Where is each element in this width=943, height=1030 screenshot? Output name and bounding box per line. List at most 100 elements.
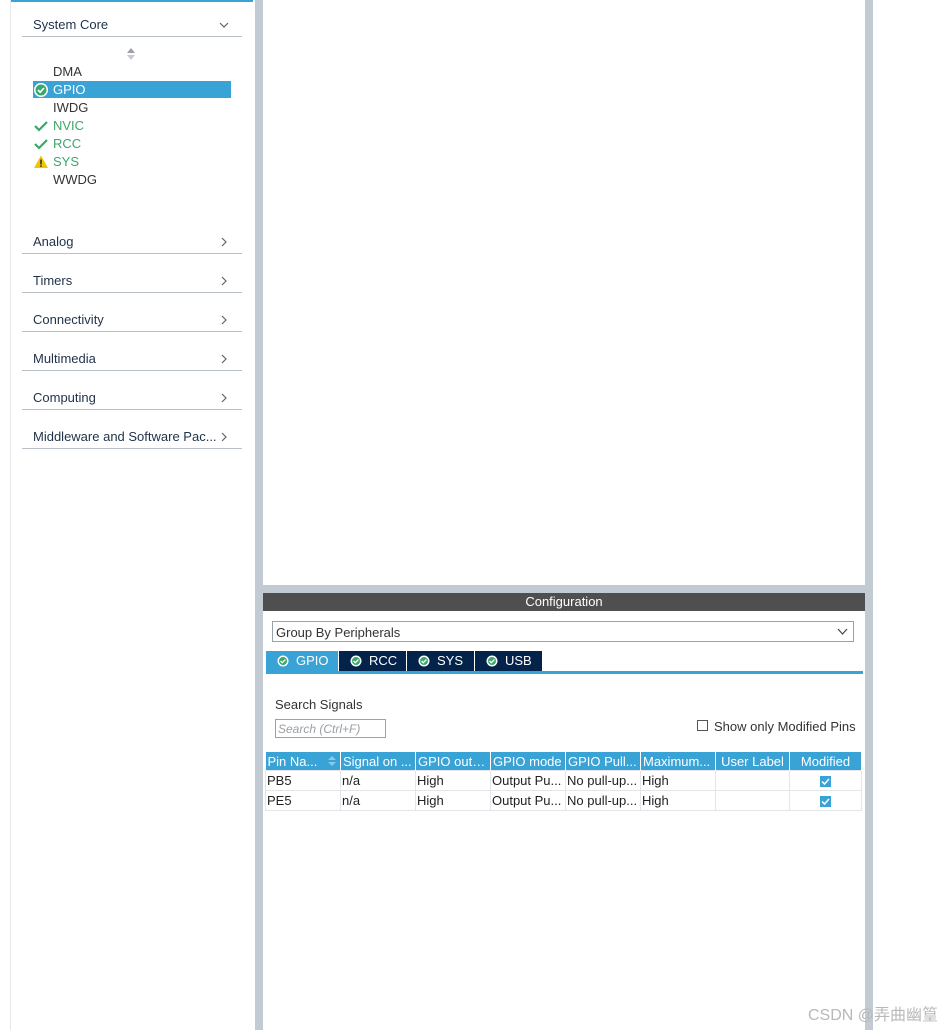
splitter-vertical-right[interactable] (865, 0, 873, 1030)
column-header-user-label[interactable]: User Label (715, 752, 790, 771)
chevron-down-icon (837, 628, 848, 635)
check-icon (34, 139, 48, 150)
column-header-pin-name[interactable]: Pin Na... (265, 752, 341, 771)
column-header-maximum[interactable]: Maximum... (640, 752, 716, 771)
panel-edge (10, 0, 11, 1030)
chevron-right-icon (221, 354, 227, 364)
cell-pin-name: PE5 (265, 790, 341, 811)
category-label: Multimedia (33, 351, 96, 366)
column-header-gpio-pull[interactable]: GPIO Pull... (565, 752, 641, 771)
column-header-label: Pin Na... (267, 753, 318, 769)
category-label: Analog (33, 234, 74, 249)
category-computing[interactable]: Computing (22, 383, 242, 410)
chevron-right-icon (221, 432, 227, 442)
cell-gpio-mode: Output Pu... (490, 790, 566, 811)
peripheral-item-nvic[interactable]: NVIC (33, 117, 231, 134)
tab-label: RCC (369, 653, 398, 668)
cell-gpio-pull: No pull-up... (565, 790, 641, 811)
category-label: Timers (33, 273, 73, 288)
table-header-row: Pin Na... Signal on ... GPIO outp... GPI… (265, 752, 862, 771)
cell-gpio-pull: No pull-up... (565, 770, 641, 791)
tab-label: GPIO (296, 653, 329, 668)
search-signals-label: Search Signals (275, 697, 363, 712)
splitter-horizontal[interactable] (263, 585, 865, 593)
cell-gpio-output: High (415, 790, 491, 811)
tab-label: USB (505, 653, 532, 668)
table-row[interactable]: PE5 n/a High Output Pu... No pull-up... … (265, 790, 862, 811)
peripheral-item-sys[interactable]: SYS (33, 153, 231, 170)
peripheral-item-rcc[interactable]: RCC (33, 135, 231, 152)
check-circle-icon (34, 83, 48, 97)
check-circle-icon (486, 655, 498, 667)
category-label: System Core (33, 17, 109, 32)
check-circle-icon (277, 655, 289, 667)
category-middleware[interactable]: Middleware and Software Pac... (22, 422, 242, 449)
cell-gpio-output: High (415, 770, 491, 791)
cell-user-label[interactable] (715, 770, 790, 791)
peripheral-label: GPIO (53, 82, 86, 97)
peripheral-label: DMA (53, 64, 82, 79)
show-modified-label: Show only Modified Pins (714, 719, 856, 734)
peripheral-item-gpio[interactable]: GPIO (33, 81, 231, 98)
cell-signal: n/a (340, 790, 416, 811)
splitter-vertical[interactable] (255, 0, 263, 1030)
tab-sys[interactable]: SYS (407, 651, 474, 671)
modified-checkbox[interactable] (820, 776, 831, 788)
sort-icon (328, 756, 336, 766)
cell-modified (789, 790, 862, 811)
pinout-view (263, 0, 865, 585)
chevron-down-icon (219, 22, 229, 28)
sort-icon[interactable] (126, 47, 136, 61)
table-row[interactable]: PB5 n/a High Output Pu... No pull-up... … (265, 770, 862, 791)
category-multimedia[interactable]: Multimedia (22, 344, 242, 371)
cell-modified (789, 770, 862, 791)
cell-maximum: High (640, 770, 716, 791)
tab-rcc[interactable]: RCC (339, 651, 406, 671)
pin-config-table: Pin Na... Signal on ... GPIO outp... GPI… (265, 752, 862, 811)
chevron-right-icon (221, 276, 227, 286)
cell-signal: n/a (340, 770, 416, 791)
column-header-gpio-mode[interactable]: GPIO mode (490, 752, 566, 771)
peripheral-label: RCC (53, 136, 82, 151)
check-circle-icon (418, 655, 430, 667)
group-by-value: Group By Peripherals (276, 625, 401, 640)
chevron-right-icon (221, 315, 227, 325)
tab-label: SYS (437, 653, 464, 668)
peripheral-label: SYS (53, 154, 80, 169)
chevron-right-icon (221, 237, 227, 247)
panel-top-accent (11, 0, 253, 2)
tab-gpio[interactable]: GPIO (266, 651, 338, 671)
watermark: CSDN @弄曲幽篁 (807, 1007, 938, 1024)
column-header-gpio-output[interactable]: GPIO outp... (415, 752, 491, 771)
category-label: Computing (33, 390, 96, 405)
category-label: Connectivity (33, 312, 104, 327)
cell-gpio-mode: Output Pu... (490, 770, 566, 791)
check-icon (34, 121, 48, 132)
group-by-select[interactable]: Group By Peripherals (272, 621, 854, 642)
check-circle-icon (350, 655, 362, 667)
peripheral-label: NVIC (53, 118, 85, 133)
tab-underline (266, 671, 863, 674)
peripheral-item-dma[interactable]: DMA (33, 63, 231, 80)
column-header-signal[interactable]: Signal on ... (340, 752, 416, 771)
column-header-modified[interactable]: Modified (789, 752, 862, 771)
checkbox-box[interactable] (697, 720, 708, 731)
category-system-core[interactable]: System Core (22, 10, 242, 37)
category-label: Middleware and Software Pac... (33, 429, 217, 444)
cell-maximum: High (640, 790, 716, 811)
categories-panel: System Core DMA GPIO IWDG NVIC RCC SYS W… (0, 0, 255, 1030)
category-connectivity[interactable]: Connectivity (22, 305, 242, 332)
peripheral-item-iwdg[interactable]: IWDG (33, 99, 231, 116)
tab-usb[interactable]: USB (475, 651, 542, 671)
category-analog[interactable]: Analog (22, 227, 242, 254)
configuration-title: Configuration (263, 593, 865, 611)
chevron-right-icon (221, 393, 227, 403)
peripheral-label: WWDG (53, 172, 98, 187)
search-input[interactable] (275, 719, 386, 738)
category-timers[interactable]: Timers (22, 266, 242, 293)
cell-pin-name: PB5 (265, 770, 341, 791)
modified-checkbox[interactable] (820, 796, 831, 808)
peripheral-item-wwdg[interactable]: WWDG (33, 171, 231, 188)
cell-user-label[interactable] (715, 790, 790, 811)
peripheral-label: IWDG (53, 100, 89, 115)
